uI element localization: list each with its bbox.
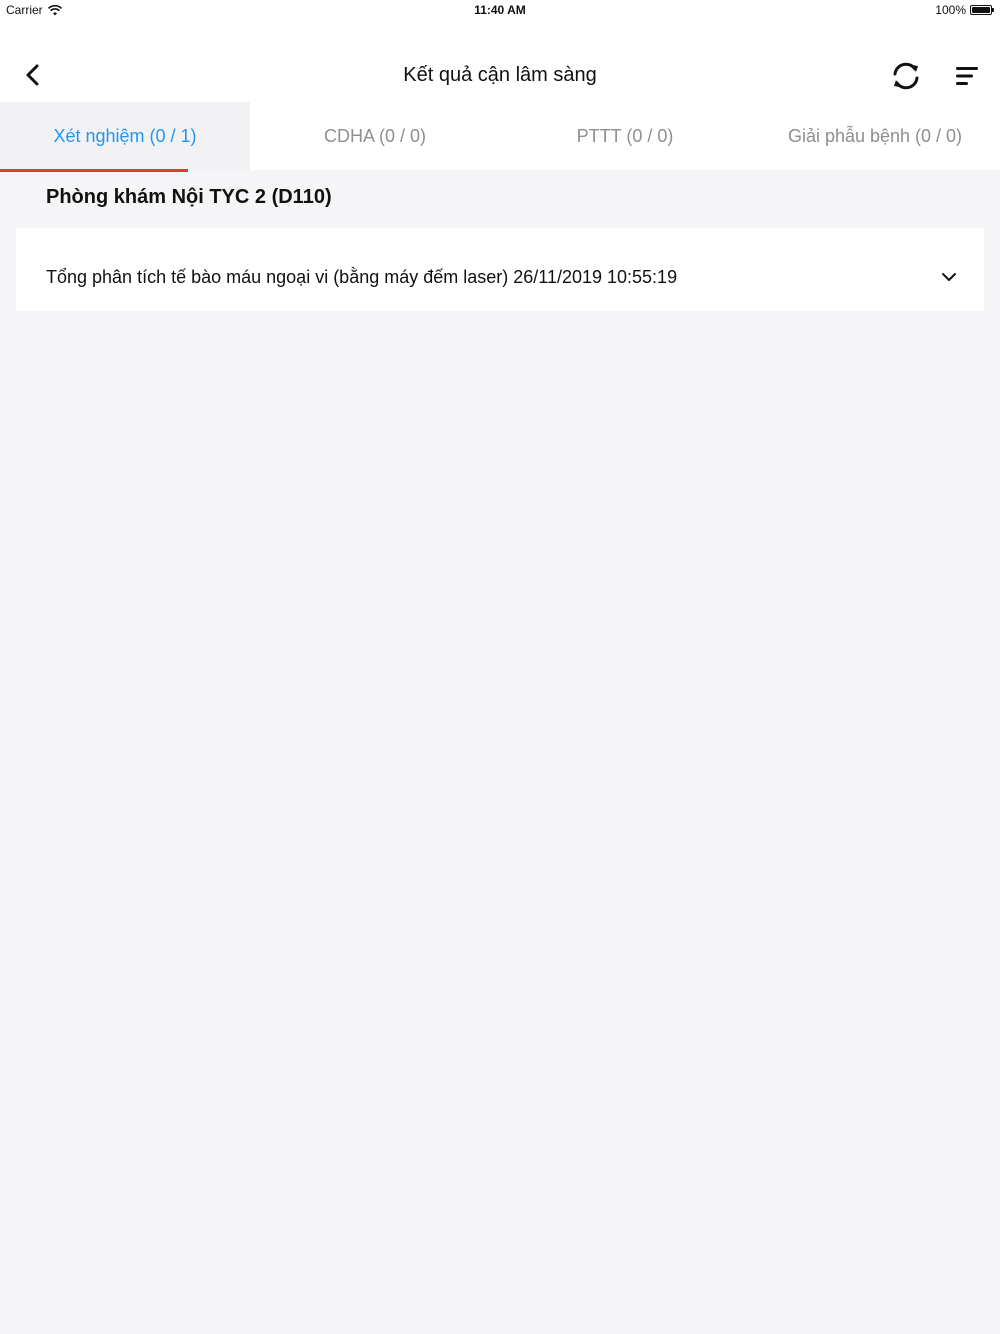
chevron-down-icon[interactable] [938, 266, 960, 288]
battery-percent: 100% [935, 3, 966, 17]
tab-label: PTTT (0 / 0) [576, 125, 674, 146]
tab-xet-nghiem[interactable]: Xét nghiệm (0 / 1) [0, 102, 250, 172]
tab-giai-phau-benh[interactable]: Giải phẫu bệnh (0 / 0) [750, 102, 1000, 170]
content-area [16, 311, 984, 1334]
result-item[interactable]: Tổng phân tích tế bào máu ngoại vi (bằng… [16, 228, 984, 311]
status-bar: Carrier 11:40 AM 100% [0, 0, 1000, 22]
tab-cdha[interactable]: CDHA (0 / 0) [250, 102, 500, 170]
tab-label: CDHA (0 / 0) [323, 125, 427, 146]
battery-icon [970, 5, 994, 15]
active-tab-indicator [0, 169, 188, 172]
refresh-icon[interactable] [888, 58, 924, 94]
result-item-label: Tổng phân tích tế bào máu ngoại vi (bằng… [46, 267, 678, 287]
battery-group: 100% [935, 3, 994, 17]
navigation-bar: Kết quả cận lâm sàng [0, 22, 1000, 102]
section-title: Phòng khám Nội TYC 2 (D110) [46, 186, 332, 208]
tab-label: Xét nghiệm (0 / 1) [53, 125, 197, 146]
tab-pttt[interactable]: PTTT (0 / 0) [500, 102, 750, 170]
page-title: Kết quả cận lâm sàng [403, 64, 597, 86]
tab-bar: Xét nghiệm (0 / 1) CDHA (0 / 0) PTTT (0 … [0, 102, 1000, 172]
menu-icon[interactable] [950, 62, 982, 90]
tab-label: Giải phẫu bệnh (0 / 0) [787, 125, 963, 146]
status-time: 11:40 AM [474, 3, 526, 17]
